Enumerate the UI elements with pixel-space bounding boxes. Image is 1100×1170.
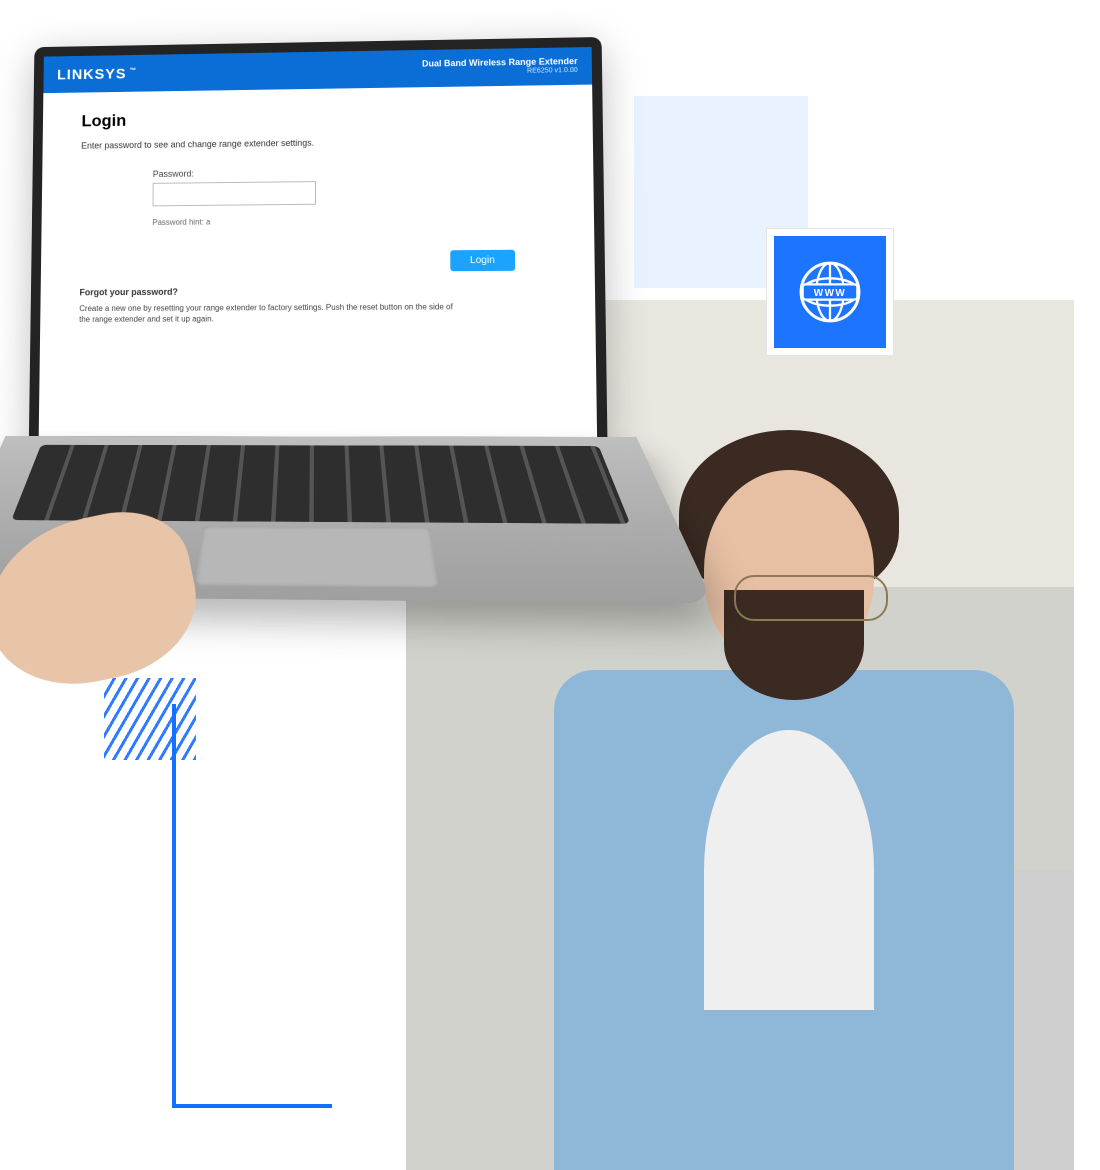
forgot-password-heading: Forgot your password? [79,285,556,298]
password-label: Password: [153,167,380,179]
login-button[interactable]: Login [450,250,515,271]
laptop-mockup: LINKSYS™ Dual Band Wireless Range Extend… [15,37,622,718]
laptop-keyboard [11,445,630,524]
reset-instructions: Create a new one by resetting your range… [79,301,457,325]
page-title: Login [81,105,554,131]
password-hint-value: a [206,218,210,227]
decorative-frame-outline [172,704,332,1108]
login-intro-text: Enter password to see and change range e… [81,135,554,151]
www-badge-text: WWW [814,288,847,299]
globe-www-icon: WWW [774,236,886,348]
www-badge-tile: WWW [766,228,894,356]
brand-text: LINKSYS [57,65,127,83]
password-hint-label: Password hint: [152,218,203,227]
brand-logo: LINKSYS™ [57,65,137,83]
laptop-trackpad [194,526,439,588]
password-input[interactable] [153,181,316,206]
laptop-screen-bezel: LINKSYS™ Dual Band Wireless Range Extend… [29,37,608,447]
router-admin-screen: LINKSYS™ Dual Band Wireless Range Extend… [39,47,597,437]
